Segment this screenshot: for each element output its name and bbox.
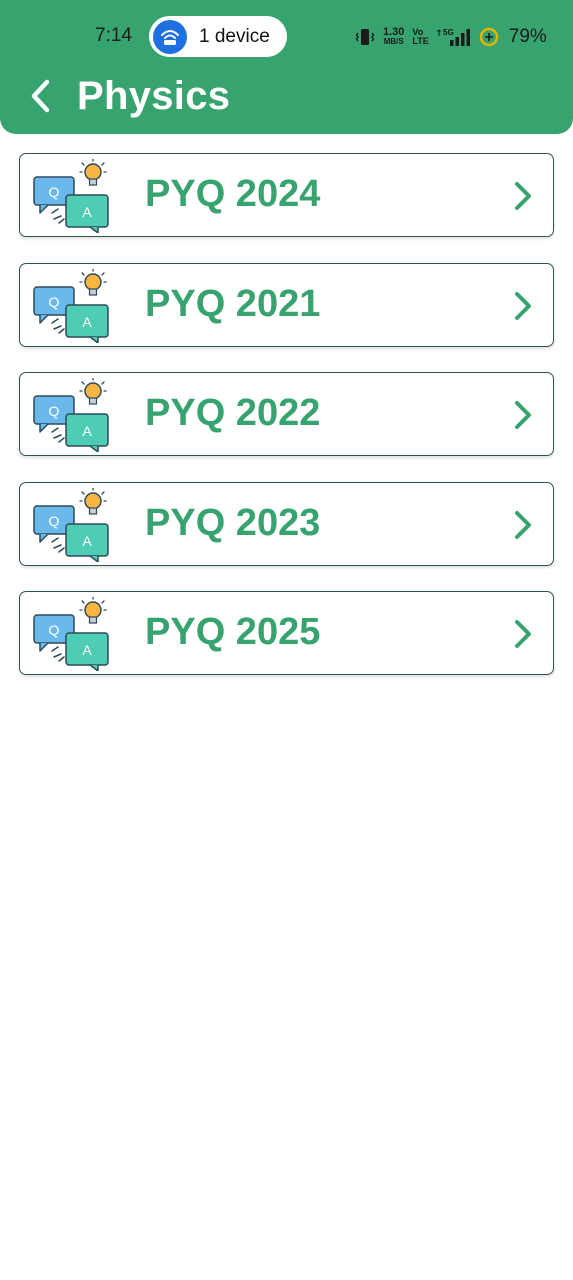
svg-text:A: A: [82, 314, 92, 330]
signal-icon: 5G: [436, 28, 470, 46]
status-time: 7:14: [95, 25, 132, 46]
svg-text:A: A: [82, 533, 92, 549]
volte-indicator: Vo LTE: [412, 27, 429, 46]
svg-text:Q: Q: [49, 184, 60, 200]
battery-percent: 79%: [508, 26, 547, 47]
svg-text:Q: Q: [49, 622, 60, 638]
chevron-right-icon: [515, 620, 531, 648]
qa-bulb-icon: Q A: [33, 159, 109, 233]
svg-text:Q: Q: [49, 403, 60, 419]
page-title: Physics: [77, 74, 231, 118]
svg-text:A: A: [82, 423, 92, 439]
list-item-pyq-2021[interactable]: Q A PYQ 2021: [19, 262, 554, 347]
svg-text:A: A: [82, 642, 92, 658]
chevron-right-icon: [515, 182, 531, 210]
status-bar: 7:14 1 device 1.30 MB/S Vo LTE 5G 79%: [0, 0, 573, 72]
list-item-label: PYQ 2023: [145, 501, 321, 544]
chevron-right-icon: [515, 510, 531, 539]
vibrate-icon: [355, 29, 375, 45]
app-header: 7:14 1 device 1.30 MB/S Vo LTE 5G 79% Ph…: [0, 0, 573, 134]
pyq-list: Q A PYQ 2024 Q A PYQ 2021 Q A PYQ 2022 Q…: [19, 153, 554, 701]
chevron-right-icon: [515, 291, 531, 320]
list-item-label: PYQ 2021: [145, 282, 321, 325]
list-item-label: PYQ 2024: [145, 173, 321, 215]
list-item-pyq-2024[interactable]: Q A PYQ 2024: [19, 153, 554, 237]
list-item-label: PYQ 2022: [145, 392, 321, 434]
hotspot-indicator[interactable]: 1 device: [149, 16, 287, 57]
qa-bulb-icon: Q A: [33, 378, 109, 452]
list-item-pyq-2025[interactable]: Q A PYQ 2025: [19, 591, 554, 675]
hotspot-label: 1 device: [199, 25, 270, 47]
list-item-pyq-2022[interactable]: Q A PYQ 2022: [19, 372, 554, 456]
network-speed: 1.30 MB/S: [383, 26, 405, 47]
battery-icon: [479, 27, 498, 47]
chevron-right-icon: [515, 401, 531, 429]
svg-text:A: A: [82, 204, 92, 220]
svg-text:Q: Q: [49, 513, 60, 529]
list-item-pyq-2023[interactable]: Q A PYQ 2023: [19, 481, 554, 566]
svg-text:Q: Q: [49, 294, 60, 310]
status-icons: 1.30 MB/S Vo LTE 5G 79%: [355, 24, 547, 50]
hotspot-icon: [153, 19, 187, 54]
chevron-left-icon: [31, 79, 50, 113]
qa-bulb-icon: Q A: [33, 597, 109, 671]
back-button[interactable]: [22, 76, 58, 116]
qa-bulb-icon: Q A: [33, 487, 109, 562]
qa-bulb-icon: Q A: [33, 268, 109, 343]
svg-text:5G: 5G: [443, 28, 454, 37]
list-item-label: PYQ 2025: [145, 611, 321, 653]
